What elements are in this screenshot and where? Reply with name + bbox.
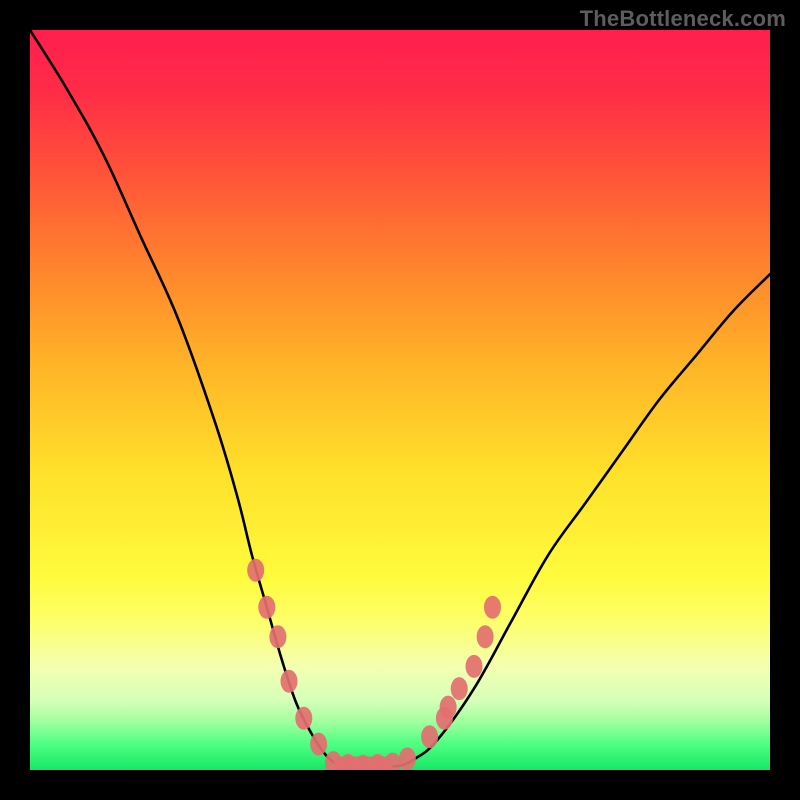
watermark-text: TheBottleneck.com — [580, 6, 786, 32]
highlight-point — [484, 596, 501, 619]
flat-region-bar — [333, 757, 392, 770]
chart-frame: TheBottleneck.com — [0, 0, 800, 800]
highlight-point — [399, 747, 416, 770]
plot-area — [30, 30, 770, 770]
highlight-point — [440, 696, 457, 719]
highlight-point — [477, 625, 494, 648]
highlight-point — [421, 725, 438, 748]
bottleneck-curve-chart — [30, 30, 770, 770]
highlight-point — [466, 655, 483, 678]
highlight-point — [295, 707, 312, 730]
highlight-point — [269, 625, 286, 648]
highlight-point — [258, 596, 275, 619]
highlight-point — [451, 677, 468, 700]
highlight-point — [281, 670, 298, 693]
highlight-point — [247, 559, 264, 582]
highlight-point — [310, 733, 327, 756]
